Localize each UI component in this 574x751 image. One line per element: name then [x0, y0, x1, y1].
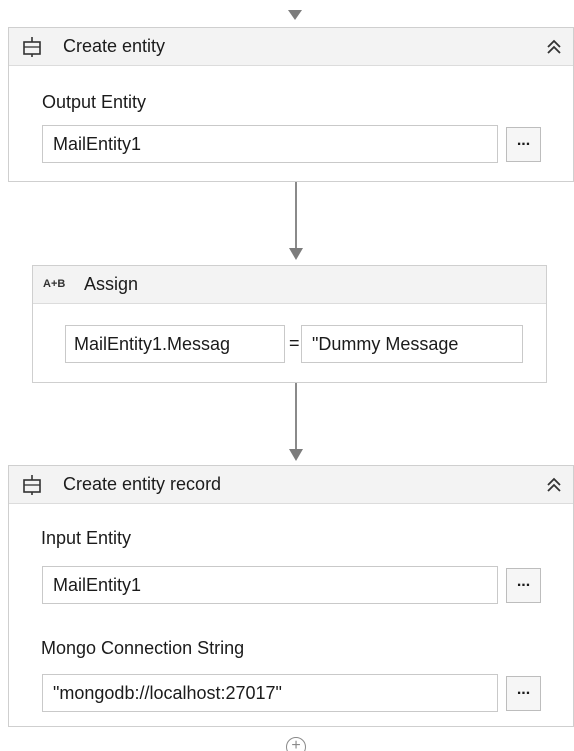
assign-equals-sign: = — [289, 333, 300, 353]
input-entity-field[interactable]: MailEntity1 — [42, 566, 498, 604]
output-entity-browse-button[interactable]: ... — [506, 127, 541, 162]
create-entity-record-activity[interactable]: Create entity record Input Entity MailEn… — [8, 465, 574, 727]
assign-activity-icon: A+B — [43, 278, 66, 290]
assign-title: Assign — [84, 274, 139, 294]
connector-line — [295, 182, 297, 248]
connector-arrow — [289, 248, 303, 260]
mongo-connection-browse-button[interactable]: ... — [506, 676, 541, 711]
connector-line — [295, 383, 297, 449]
create-entity-record-header[interactable]: Create entity record — [9, 466, 573, 504]
entity-activity-icon — [23, 37, 41, 57]
add-activity-icon[interactable]: + — [286, 737, 306, 751]
assign-header[interactable]: A+B Assign — [33, 266, 546, 304]
mongo-connection-label: Mongo Connection String — [41, 638, 245, 658]
connector-arrow — [289, 449, 303, 461]
input-entity-label: Input Entity — [41, 528, 132, 548]
input-entity-browse-button[interactable]: ... — [506, 568, 541, 603]
assign-activity[interactable]: A+B Assign MailEntity1.Messag = "Dummy M… — [32, 265, 547, 383]
workflow-canvas: Create entity Output Entity MailEntity1 … — [0, 0, 574, 751]
output-entity-field[interactable]: MailEntity1 — [42, 125, 498, 163]
assign-left-field[interactable]: MailEntity1.Messag — [65, 325, 285, 363]
create-entity-activity[interactable]: Create entity Output Entity MailEntity1 … — [8, 27, 574, 182]
create-entity-record-title: Create entity record — [63, 474, 222, 494]
mongo-connection-field[interactable]: "mongodb://localhost:27017" — [42, 674, 498, 712]
output-entity-label: Output Entity — [42, 92, 147, 112]
entity-activity-icon — [23, 475, 41, 495]
create-entity-title: Create entity — [63, 36, 166, 56]
double-chevron-up-icon[interactable] — [543, 36, 565, 58]
assign-right-field[interactable]: "Dummy Message — [301, 325, 523, 363]
double-chevron-up-icon[interactable] — [543, 474, 565, 496]
incoming-arrow — [288, 10, 302, 20]
create-entity-header[interactable]: Create entity — [9, 28, 573, 66]
